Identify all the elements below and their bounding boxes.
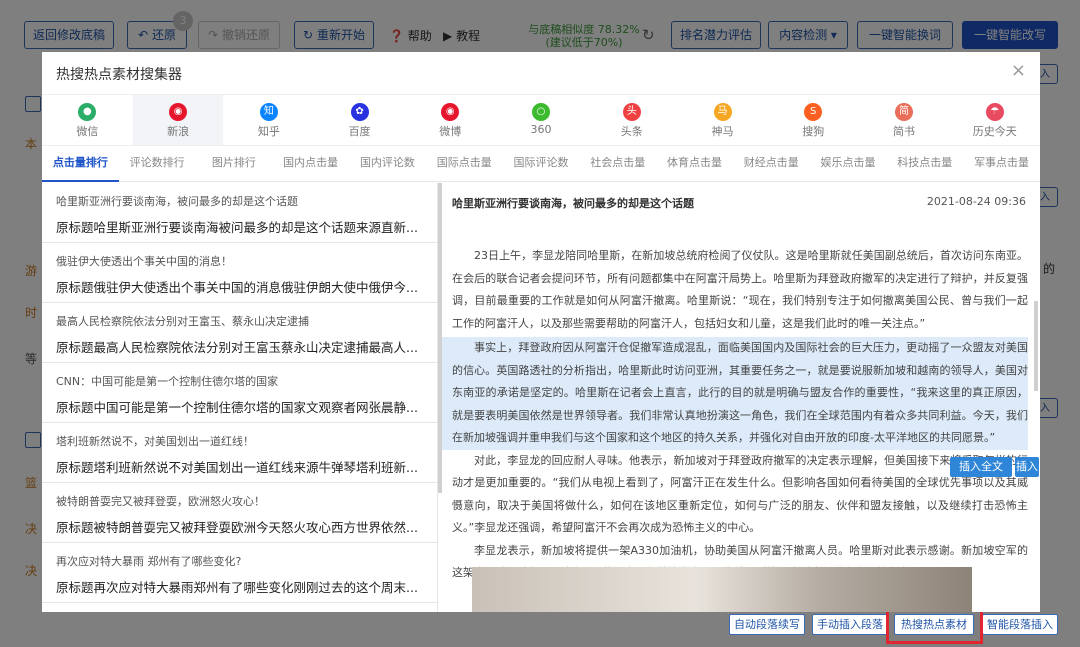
jianshu-icon: 简	[894, 103, 913, 121]
source-label: 搜狗	[802, 125, 825, 138]
source-tab-jianshu[interactable]: 简简书	[859, 95, 950, 145]
source-tab-360[interactable]: ○ 360	[496, 95, 587, 145]
item-headline: CNN：中国可能是第一个控制住德尔塔的国家	[56, 375, 279, 388]
insert-all-button[interactable]: 插入全文	[950, 457, 1012, 477]
category-tab[interactable]: 评论数排行	[119, 148, 196, 182]
article-body: 23日上午，李显龙陪同哈里斯，在新加坡总统府检阅了仪仗队。这是哈里斯就任美国副总…	[442, 245, 1028, 585]
modal-title: 热搜热点素材搜集器	[56, 67, 182, 83]
source-label: 神马	[711, 125, 734, 138]
source-tab-sogou[interactable]: S 搜狗	[768, 95, 859, 145]
item-snippet: 原标题中国可能是第一个控制住德尔塔的国家文观察者网张晨静...	[56, 400, 418, 415]
list-item[interactable]: 最高人民检察院依法分别对王富玉、蔡永山决定逮捕原标题最高人民检察院依法分别对王富…	[42, 303, 437, 363]
shenma-icon: 马	[713, 103, 732, 121]
category-tab[interactable]: 国内点击量	[272, 148, 349, 182]
article-paragraph: 23日上午，李显龙陪同哈里斯，在新加坡总统府检阅了仪仗队。这是哈里斯就任美国副总…	[452, 249, 1028, 330]
article-date: 2021-08-24 09:36	[926, 195, 1026, 208]
source-tab-history[interactable]: ☂ 历史今天	[949, 95, 1040, 145]
insert-paragraph-button[interactable]: 插入段落	[1015, 457, 1039, 477]
item-snippet: 原标题塔利班新然说不对美国划出一道红线来源牛弹琴塔利班新...	[56, 460, 418, 475]
source-label: 微信	[76, 125, 99, 138]
source-tab-shenma[interactable]: 马神马	[677, 95, 768, 145]
source-tab-weibo[interactable]: ◉ 微博	[405, 95, 496, 145]
category-tab[interactable]: 娱乐点击量	[810, 148, 887, 182]
source-label: 360	[530, 123, 552, 136]
article-paragraph: 对此，李显龙的回应耐人寻味。他表示，新加坡对于拜登政府撤军的决定表示理解，但美国…	[452, 453, 1028, 535]
category-tab[interactable]: 国际点击量	[426, 148, 503, 182]
item-headline: 被特朗普耍完又被拜登耍，欧洲怒火攻心！	[56, 495, 265, 508]
article-scrollbar[interactable]	[1034, 301, 1038, 391]
item-snippet: 原标题俄驻伊大使透出个事关中国的消息俄驻伊朗大使中俄伊今...	[56, 280, 418, 295]
hot-search-modal: 热搜热点素材搜集器 × ● 微信 ◉ 新浪知知乎 ✿ 百度 ◉ 微博 ○ 360 头头条马神马 S 搜狗…	[42, 52, 1040, 612]
item-headline: 再次应对特大暴雨 郑州有了哪些变化?	[56, 555, 242, 568]
category-tab[interactable]: 体育点击量	[656, 148, 733, 182]
auto-paragraph-button[interactable]: 自动段落续写	[729, 614, 805, 635]
history-icon: ☂	[985, 103, 1004, 121]
item-headline: 俄驻伊大使透出个事关中国的消息！	[56, 255, 232, 268]
article-photo	[472, 567, 972, 612]
article-paragraph-highlighted: 事实上，拜登政府因从阿富汗仓促撤军造成混乱，面临美国国内及国际社会的巨大压力，更…	[442, 337, 1028, 450]
source-label: 头条	[620, 125, 643, 138]
manual-insert-button[interactable]: 手动插入段落	[812, 614, 888, 635]
sogou-icon: S	[804, 103, 823, 121]
list-item[interactable]: 再次应对特大暴雨 郑州有了哪些变化? 原标题再次应对特大暴雨郑州有了哪些变化刚刚过…	[42, 543, 437, 603]
item-headline: 最高人民检察院依法分别对王富玉、蔡永山决定逮捕	[56, 315, 309, 328]
category-tab[interactable]: 图片排行	[196, 148, 273, 182]
source-label: 微博	[439, 125, 462, 138]
category-tab[interactable]: 国际评论数	[503, 148, 580, 182]
source-tab-toutiao[interactable]: 头头条	[586, 95, 677, 145]
source-label: 历史今天	[972, 125, 1017, 138]
source-tab-sina[interactable]: ◉ 新浪	[132, 95, 224, 145]
list-item[interactable]: 俄驻伊大使透出个事关中国的消息！ 原标题俄驻伊大使透出个事关中国的消息俄驻伊朗大使…	[42, 243, 437, 303]
item-snippet: 原标题被特朗普耍完又被拜登耍欧洲今天怒火攻心西方世界依然...	[56, 520, 418, 535]
toutiao-icon: 头	[622, 103, 641, 121]
list-item[interactable]: 哈里斯亚洲行要谈南海，被问最多的却是这个话题原标题哈里斯亚洲行要谈南海被问最多的…	[42, 183, 437, 243]
item-headline: 哈里斯亚洲行要谈南海，被问最多的却是这个话题	[56, 195, 298, 208]
news-list: 哈里斯亚洲行要谈南海，被问最多的却是这个话题原标题哈里斯亚洲行要谈南海被问最多的…	[42, 183, 438, 612]
source-label: 百度	[348, 125, 371, 138]
source-label: 知乎	[257, 125, 280, 138]
item-snippet: 原标题最高人民检察院依法分别对王富玉蔡永山决定逮捕最高人...	[56, 340, 418, 355]
category-tab[interactable]: 财经点击量	[733, 148, 810, 182]
source-label: 新浪	[167, 125, 190, 138]
item-snippet: 原标题哈里斯亚洲行要谈南海被问最多的却是这个话题来源直新...	[56, 220, 418, 235]
category-tabs: 点击量排行 评论数排行 图片排行 国内点击量 国内评论数 国际点击量 国际评论数 社会点击量体…	[42, 148, 1040, 182]
article-title: 哈里斯亚洲行要谈南海，被问最多的却是这个话题	[452, 197, 694, 210]
item-headline: 塔利班新然说不，对美国划出一道红线！	[56, 435, 254, 448]
item-snippet: 原标题再次应对特大暴雨郑州有了哪些变化刚刚过去的这个周末...	[56, 580, 418, 595]
list-item[interactable]: 塔利班新然说不，对美国划出一道红线！ 原标题塔利班新然说不对美国划出一道红线来源牛…	[42, 423, 437, 483]
source-tab-baidu[interactable]: ✿ 百度	[314, 95, 405, 145]
list-item[interactable]: 被特朗普耍完又被拜登耍，欧洲怒火攻心！ 原标题被特朗普耍完又被拜登耍欧洲今天怒火攻…	[42, 483, 437, 543]
source-tab-zhihu[interactable]: 知知乎	[223, 95, 314, 145]
source-tab-wechat[interactable]: ● 微信	[42, 95, 133, 145]
smart-insert-button[interactable]: 智能段落插入	[982, 614, 1058, 635]
category-tab[interactable]: 点击量排行	[42, 148, 119, 182]
category-tab[interactable]: 国内评论数	[349, 148, 426, 182]
baidu-icon: ✿	[350, 103, 369, 121]
sina-icon: ◉	[169, 103, 188, 121]
source-tabs: ● 微信 ◉ 新浪知知乎 ✿ 百度 ◉ 微博 ○ 360 头头条马神马 S 搜狗简简书 ☂ 历史今天	[42, 94, 1040, 146]
article-panel: 哈里斯亚洲行要谈南海，被问最多的却是这个话题 2021-08-24 09:36 …	[442, 183, 1040, 612]
category-tab[interactable]: 社会点击量	[579, 148, 656, 182]
article-paragraph-text: 事实上，拜登政府因从阿富汗仓促撤军造成混乱，面临美国国内及国际社会的巨大压力，更…	[452, 341, 1028, 444]
close-icon[interactable]: ×	[1011, 60, 1026, 81]
source-label: 简书	[892, 125, 915, 138]
360-icon: ○	[532, 103, 551, 121]
list-item[interactable]: CNN：中国可能是第一个控制住德尔塔的国家原标题中国可能是第一个控制住德尔塔的国…	[42, 363, 437, 423]
weibo-icon: ◉	[441, 103, 460, 121]
category-tab[interactable]: 科技点击量	[886, 148, 963, 182]
zhihu-icon: 知	[259, 103, 278, 121]
category-tab[interactable]: 军事点击量	[963, 148, 1040, 182]
wechat-icon: ●	[78, 103, 97, 121]
